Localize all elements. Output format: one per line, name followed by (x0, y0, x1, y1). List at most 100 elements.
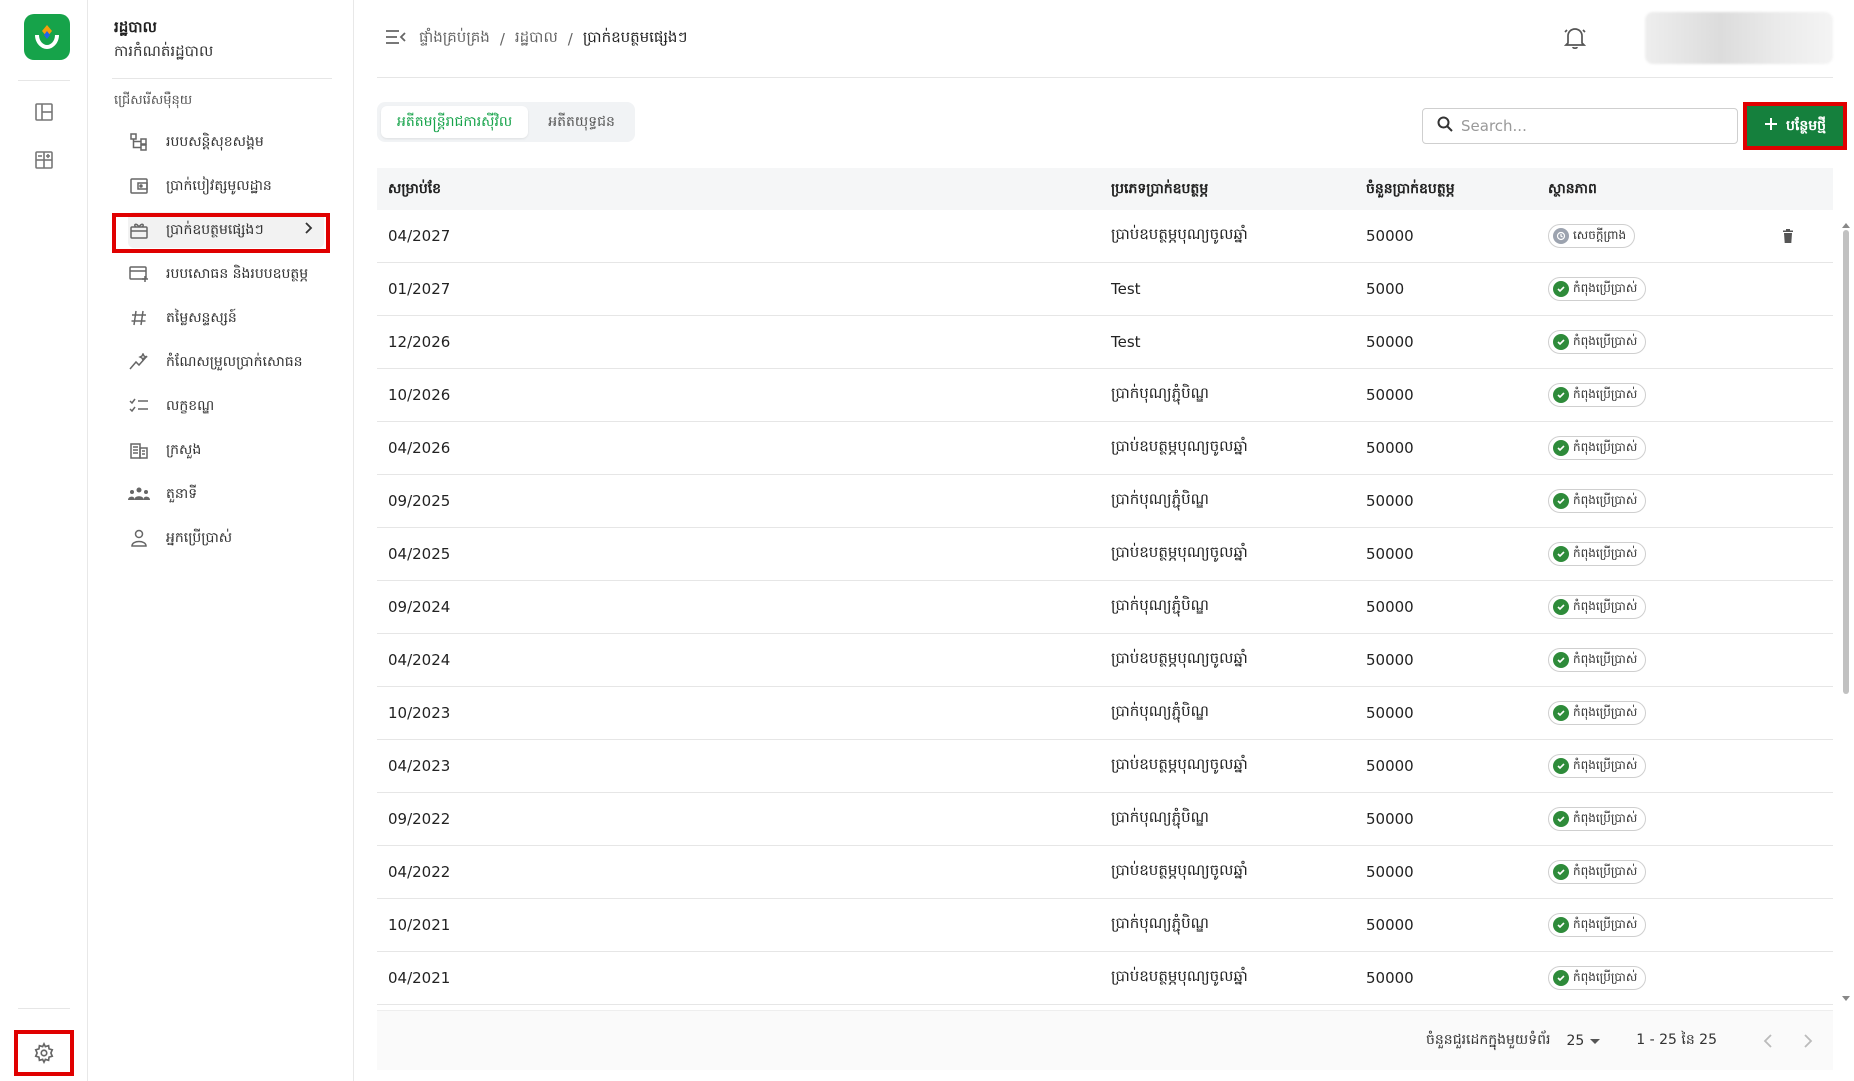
cell-amount: 50000 (1366, 386, 1414, 404)
sidebar-item-label: របបសោធន និងរបបឧបត្ថម្ភ (166, 265, 309, 282)
prev-page-button[interactable] (1753, 1026, 1783, 1056)
table-row[interactable]: 01/2027 Test 5000 កំពុងប្រើប្រាស់ (377, 263, 1833, 316)
cell-type: ប្រាប់ឧបត្ថម្ភបុណ្យចូលឆ្នាំ (1111, 967, 1248, 985)
sidebar-item-other-allowances[interactable]: ប្រាក់ឧបត្ថមផ្សេងៗ (128, 212, 324, 248)
icon-rail (0, 0, 88, 1081)
cell-month: 10/2021 (388, 916, 451, 934)
org-subtitle: ការកំណត់រដ្ឋបាល (114, 42, 214, 60)
cell-type: ប្រាក់បុណ្យភ្ជុំបិណ្ឌ (1111, 808, 1209, 826)
cell-amount: 50000 (1366, 757, 1414, 775)
search-input[interactable] (1461, 117, 1721, 135)
status-badge: កំពុងប្រើប្រាស់ (1548, 913, 1647, 937)
check-circle-icon (1553, 652, 1569, 668)
user-profile-blurred[interactable] (1645, 12, 1833, 64)
breadcrumb-current: ប្រាក់ឧបត្ថមផ្សេងៗ (582, 28, 688, 46)
status-label: កំពុងប្រើប្រាស់ (1573, 864, 1638, 878)
next-page-button[interactable] (1793, 1026, 1823, 1056)
app-logo[interactable] (24, 14, 70, 60)
table-row[interactable]: 04/2022 ប្រាប់ឧបត្ថម្ភបុណ្យចូលឆ្នាំ 50000 ក… (377, 846, 1833, 899)
cell-amount: 50000 (1366, 492, 1414, 510)
tab-veterans[interactable]: អតីតយុទ្ធជន (532, 106, 631, 138)
table-row[interactable]: 04/2024 ប្រាប់ឧបត្ថម្ភបុណ្យចូលឆ្នាំ 50000 ក… (377, 634, 1833, 687)
cell-month: 09/2022 (388, 810, 451, 828)
clock-icon (1553, 228, 1569, 244)
scrollbar-thumb[interactable] (1843, 230, 1849, 694)
breadcrumb-home[interactable]: ផ្ទាំងគ្រប់គ្រង (419, 28, 490, 50)
status-badge: កំពុងប្រើប្រាស់ (1548, 807, 1647, 831)
check-circle-icon (1553, 440, 1569, 456)
status-badge: កំពុងប្រើប្រាស់ (1548, 966, 1647, 990)
table-row[interactable]: 12/2026 Test 50000 កំពុងប្រើប្រាស់ (377, 316, 1833, 369)
tab-civil-servants[interactable]: អតីតមន្ត្រីរាជការស៊ីវិល (381, 106, 529, 138)
cell-status: កំពុងប្រើប្រាស់ (1548, 383, 1768, 407)
column-header-amount[interactable]: ចំនួនប្រាក់ឧបត្ថម្ភ (1366, 179, 1548, 200)
cell-amount: 50000 (1366, 227, 1414, 245)
table-scrollbar[interactable] (1842, 222, 1850, 1002)
sidebar: រដ្ឋបាល ការកំណត់រដ្ឋបាល ជ្រើសរើសម៉ឺនុយ រ… (88, 0, 354, 1081)
table-row[interactable]: 10/2021 ប្រាក់បុណ្យភ្ជុំបិណ្ឌ 50000 កំពុងប្… (377, 899, 1833, 952)
sidebar-item-pension-adjustment[interactable]: កំណែសម្រួលប្រាក់សោធន (128, 344, 324, 380)
check-circle-icon (1553, 599, 1569, 615)
table-row[interactable]: 10/2026 ប្រាក់បុណ្យភ្ជុំបិណ្ឌ 50000 កំពុងប្… (377, 369, 1833, 422)
cell-type: ប្រាប់ឧបត្ថម្ភបុណ្យចូលឆ្នាំ (1111, 755, 1248, 773)
sidebar-item-pension-schemes[interactable]: របបសោធន និងរបបឧបត្ថម្ភ (128, 256, 324, 292)
cell-status: កំពុងប្រើប្រាស់ (1548, 807, 1768, 831)
rows-per-page-select[interactable]: 25 (1566, 1033, 1601, 1049)
notification-bell-icon[interactable] (1563, 26, 1587, 54)
allowance-table: សម្រាប់ខែ ប្រភេទប្រាក់ឧបត្ថម្ភ ចំនួនប្រា… (377, 168, 1833, 1005)
cell-type: ប្រាក់បុណ្យភ្ជុំបិណ្ឌ (1111, 384, 1209, 402)
calculator-icon[interactable] (30, 146, 58, 174)
sidebar-item-roles[interactable]: តួនាទី (128, 476, 324, 512)
sidebar-item-ministries[interactable]: ក្រសួង (128, 432, 324, 468)
cell-amount: 50000 (1366, 863, 1414, 881)
table-row[interactable]: 09/2024 ប្រាក់បុណ្យភ្ជុំបិណ្ឌ 50000 កំពុងប្… (377, 581, 1833, 634)
wallet-icon (128, 175, 150, 197)
sidebar-item-users[interactable]: អ្នកប្រើប្រាស់ (128, 520, 324, 556)
cell-status: សេចក្ដីព្រាង (1548, 224, 1768, 248)
status-badge: កំពុងប្រើប្រាស់ (1548, 595, 1647, 619)
add-button-label: បន្ថែមថ្មី (1786, 117, 1826, 134)
cell-status: កំពុងប្រើប្រាស់ (1548, 542, 1768, 566)
delete-icon[interactable] (1782, 229, 1794, 243)
table-row[interactable]: 04/2027 ប្រាប់ឧបត្ថម្ភបុណ្យចូលឆ្នាំ 50000 ស… (377, 210, 1833, 263)
table-row[interactable]: 10/2023 ប្រាក់បុណ្យភ្ជុំបិណ្ឌ 50000 កំពុងប្… (377, 687, 1833, 740)
menu-collapse-icon[interactable] (385, 28, 407, 50)
check-circle-icon (1553, 705, 1569, 721)
sidebar-item-base-salary[interactable]: ប្រាក់បៀវត្សមូលដ្ឋាន (128, 168, 324, 204)
table-row[interactable]: 09/2025 ប្រាក់បុណ្យភ្ជុំបិណ្ឌ 50000 កំពុងប្… (377, 475, 1833, 528)
cell-type: ប្រាក់បុណ្យភ្ជុំបិណ្ឌ (1111, 702, 1209, 720)
add-new-button[interactable]: បន្ថែមថ្មី (1747, 106, 1843, 146)
table-row[interactable]: 04/2023 ប្រាប់ឧបត្ថម្ភបុណ្យចូលឆ្នាំ 50000 ក… (377, 740, 1833, 793)
table-row[interactable]: 09/2022 ប្រាក់បុណ្យភ្ជុំបិណ្ឌ 50000 កំពុងប្… (377, 793, 1833, 846)
sidebar-item-social-security[interactable]: របបសន្តិសុខសង្គម (128, 124, 324, 160)
gear-icon[interactable] (33, 1042, 55, 1064)
cell-type: ប្រាក់បុណ្យភ្ជុំបិណ្ឌ (1111, 596, 1209, 614)
status-label: កំពុងប្រើប្រាស់ (1573, 334, 1638, 348)
main-content: ផ្ទាំងគ្រប់គ្រង / រដ្ឋបាល / ប្រាក់ឧបត្ថម… (355, 0, 1854, 1081)
status-label: កំពុងប្រើប្រាស់ (1573, 758, 1638, 772)
table-row[interactable]: 04/2026 ប្រាប់ឧបត្ថម្ភបុណ្យចូលឆ្នាំ 50000 ក… (377, 422, 1833, 475)
status-badge: កំពុងប្រើប្រាស់ (1548, 754, 1647, 778)
column-header-month[interactable]: សម្រាប់ខែ (388, 179, 1122, 200)
table-row[interactable]: 04/2021 ប្រាប់ឧបត្ថម្ភបុណ្យចូលឆ្នាំ 50000 ក… (377, 952, 1833, 1005)
sidebar-item-label: កំណែសម្រួលប្រាក់សោធន (166, 353, 303, 370)
pagination-footer: ចំនួនជួរដេកក្នុងមួយទំព័រ 25 1 - 25 នៃ 25 (377, 1010, 1833, 1070)
sidebar-item-index-values[interactable]: តម្លៃសន្ទស្សន៍ (128, 300, 324, 336)
breadcrumb-section[interactable]: រដ្ឋបាល (515, 28, 558, 50)
cell-amount: 50000 (1366, 545, 1414, 563)
cell-amount: 50000 (1366, 916, 1414, 934)
cell-status: កំពុងប្រើប្រាស់ (1548, 913, 1768, 937)
table-row[interactable]: 04/2025 ប្រាប់ឧបត្ថម្ភបុណ្យចូលឆ្នាំ 50000 ក… (377, 528, 1833, 581)
sidebar-item-label: តួនាទី (166, 485, 198, 502)
dashboard-icon[interactable] (30, 98, 58, 126)
sidebar-item-conditions[interactable]: លក្ខខណ្ឌ (128, 388, 324, 424)
column-header-type[interactable]: ប្រភេទប្រាក់ឧបត្ថម្ភ (1111, 179, 1366, 200)
status-badge: កំពុងប្រើប្រាស់ (1548, 489, 1647, 513)
column-header-status[interactable]: ស្ថានភាព (1548, 179, 1768, 200)
rows-per-page-label: ចំនួនជួរដេកក្នុងមួយទំព័រ (1426, 1032, 1551, 1048)
building-icon (128, 439, 150, 461)
status-badge: កំពុងប្រើប្រាស់ (1548, 330, 1647, 354)
cell-type: ប្រាក់បុណ្យភ្ជុំបិណ្ឌ (1111, 490, 1209, 508)
sidebar-heading: ជ្រើសរើសម៉ឺនុយ (114, 93, 193, 108)
cell-amount: 50000 (1366, 333, 1414, 351)
